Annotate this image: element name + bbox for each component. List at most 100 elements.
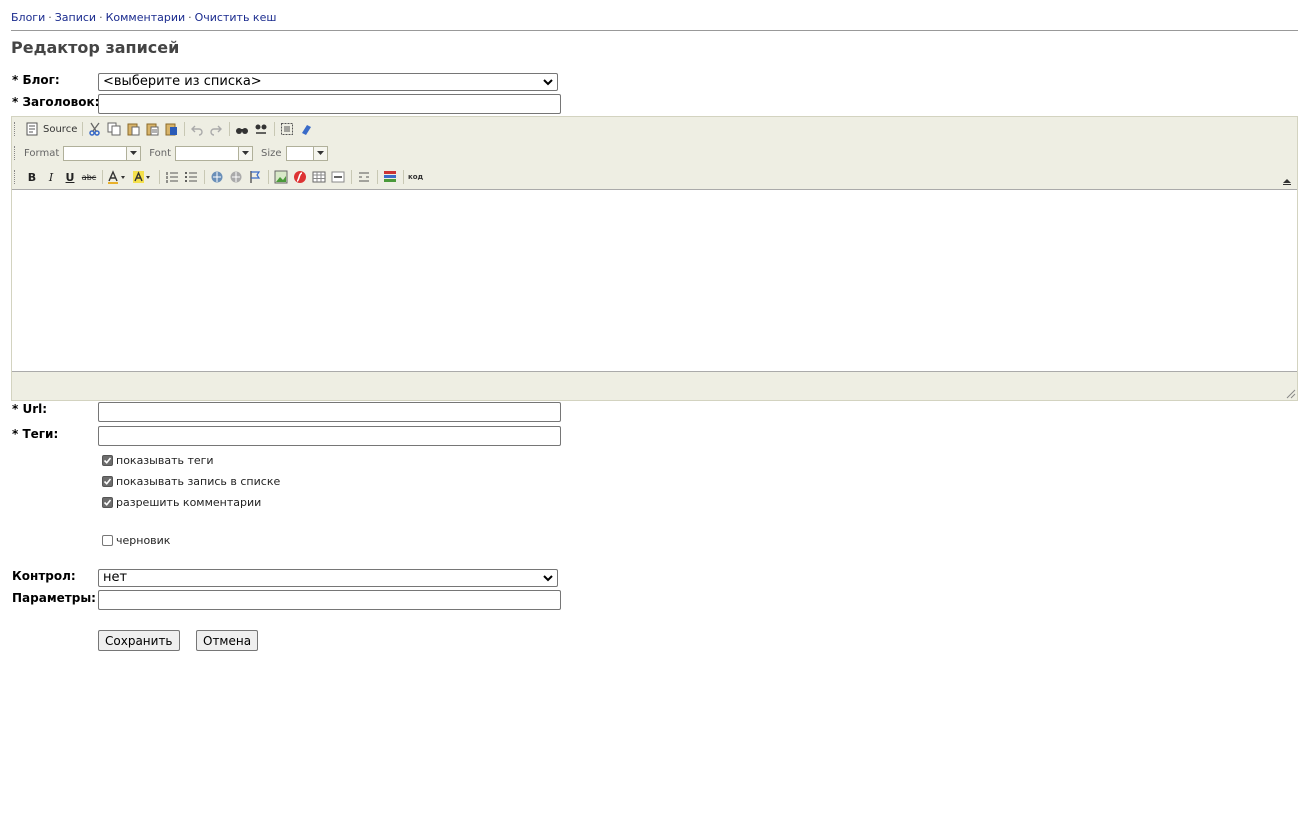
redo-icon[interactable] <box>208 121 224 137</box>
resize-handle-icon[interactable] <box>1284 387 1296 399</box>
nav-link-blogs[interactable]: Блоги <box>11 11 45 24</box>
font-dropdown[interactable] <box>175 145 254 161</box>
chevron-down-icon <box>238 146 253 160</box>
source-icon[interactable] <box>24 121 40 137</box>
bold-button[interactable]: B <box>24 169 40 185</box>
breadcrumb-nav: Блоги · Записи · Комментарии · Очистить кеш <box>11 11 276 24</box>
toolbar-separator <box>82 122 84 136</box>
chevron-down-icon <box>543 575 553 582</box>
toolbar-separator <box>102 170 103 184</box>
checkbox-checked[interactable] <box>102 476 113 487</box>
params-input[interactable] <box>98 590 561 610</box>
checkbox-show-tags[interactable]: показывать теги <box>102 454 214 467</box>
chevron-down-icon <box>312 146 327 160</box>
paste-icon[interactable] <box>125 121 141 137</box>
toolbar-grip <box>14 122 18 136</box>
strike-button[interactable]: abc <box>81 169 97 185</box>
title-label: * Заголовок: <box>12 95 100 109</box>
underline-button[interactable]: U <box>62 169 78 185</box>
format-label: Format <box>24 147 60 159</box>
nav-link-posts[interactable]: Записи <box>55 11 96 24</box>
paste-text-icon[interactable] <box>144 121 160 137</box>
tags-input[interactable] <box>98 426 561 446</box>
italic-button[interactable]: I <box>43 169 59 185</box>
url-label: * Url: <box>12 402 48 416</box>
control-select-value: нет <box>103 570 128 585</box>
editor-toolbar-row-2: Format Font Size <box>14 142 336 164</box>
control-label: Контрол: <box>12 569 76 583</box>
save-button[interactable]: Сохранить <box>98 630 180 651</box>
editor-toolbar-row-1: Source <box>14 118 317 140</box>
nav-separator: · <box>99 11 103 24</box>
format-dropdown[interactable] <box>63 145 142 161</box>
toolbar-separator <box>274 122 276 136</box>
find-icon[interactable] <box>234 121 250 137</box>
toolbar-separator <box>229 122 231 136</box>
nav-link-clear-cache[interactable]: Очистить кеш <box>195 11 277 24</box>
toolbar-separator <box>159 170 160 184</box>
page-break-icon[interactable] <box>356 169 372 185</box>
link-icon[interactable] <box>209 169 225 185</box>
code-button[interactable]: код <box>408 173 423 181</box>
unlink-icon[interactable] <box>228 169 244 185</box>
toolbar-separator <box>204 170 205 184</box>
nav-separator: · <box>188 11 192 24</box>
params-label: Параметры: <box>12 591 96 605</box>
table-icon[interactable] <box>311 169 327 185</box>
toolbar-separator <box>377 170 378 184</box>
tags-label: * Теги: <box>12 427 59 441</box>
editor-content-area[interactable] <box>12 189 1297 372</box>
checkbox-label: показывать теги <box>116 454 214 467</box>
font-label: Font <box>149 147 172 159</box>
checkbox-label: черновик <box>116 534 171 547</box>
bulleted-list-icon[interactable] <box>183 169 199 185</box>
checkbox-unchecked[interactable] <box>102 535 113 546</box>
select-all-icon[interactable] <box>279 121 295 137</box>
toolbar-separator <box>268 170 269 184</box>
toolbar-grip <box>14 146 18 160</box>
checkbox-label: разрешить комментарии <box>116 496 262 509</box>
url-input[interactable] <box>98 402 561 422</box>
toolbar-separator <box>351 170 352 184</box>
nav-separator: · <box>48 11 52 24</box>
rich-text-editor: Source Format Font Size B I U abc код <box>11 116 1298 401</box>
chevron-down-icon <box>126 146 141 160</box>
page-title: Редактор записей <box>11 38 180 57</box>
copy-icon[interactable] <box>106 121 122 137</box>
template-icon[interactable] <box>382 169 398 185</box>
size-dropdown[interactable] <box>285 145 328 161</box>
chevron-down-icon <box>543 79 553 86</box>
image-icon[interactable] <box>273 169 289 185</box>
flash-icon[interactable] <box>292 169 308 185</box>
checkbox-label: показывать запись в списке <box>116 475 281 488</box>
bg-color-icon[interactable] <box>132 169 154 185</box>
cancel-button[interactable]: Отмена <box>196 630 259 651</box>
nav-link-comments[interactable]: Комментарии <box>106 11 186 24</box>
title-input[interactable] <box>98 94 561 114</box>
checkbox-show-in-list[interactable]: показывать запись в списке <box>102 475 280 488</box>
paste-word-icon[interactable] <box>163 121 179 137</box>
blog-select-value: <выберите из списка> <box>103 74 262 89</box>
checkbox-allow-comments[interactable]: разрешить комментарии <box>102 496 261 509</box>
anchor-flag-icon[interactable] <box>247 169 263 185</box>
checkbox-checked[interactable] <box>102 455 113 466</box>
size-label: Size <box>261 147 282 159</box>
numbered-list-icon[interactable] <box>164 169 180 185</box>
toolbar-collapse-icon[interactable] <box>1283 177 1293 187</box>
toolbar-grip <box>14 170 18 184</box>
remove-format-icon[interactable] <box>298 121 314 137</box>
source-button[interactable]: Source <box>43 124 77 135</box>
checkbox-draft[interactable]: черновик <box>102 534 170 547</box>
nav-divider <box>11 30 1298 31</box>
blog-label: * Блог: <box>12 73 60 87</box>
toolbar-separator <box>403 170 404 184</box>
editor-toolbar-row-3: B I U abc код <box>14 166 426 188</box>
cut-icon[interactable] <box>87 121 103 137</box>
checkbox-checked[interactable] <box>102 497 113 508</box>
horizontal-rule-icon[interactable] <box>330 169 346 185</box>
control-select[interactable]: нет <box>98 569 558 587</box>
blog-select[interactable]: <выберите из списка> <box>98 73 558 91</box>
replace-icon[interactable] <box>253 121 269 137</box>
text-color-icon[interactable] <box>107 169 129 185</box>
undo-icon[interactable] <box>189 121 205 137</box>
